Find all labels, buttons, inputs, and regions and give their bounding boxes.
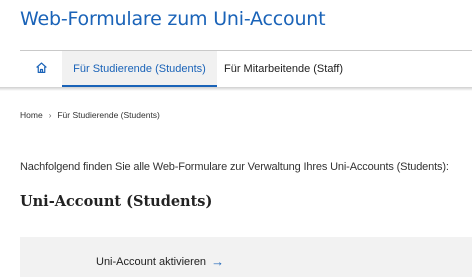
activate-account-label: Uni-Account aktivieren bbox=[96, 255, 207, 268]
arrow-right-icon: → bbox=[211, 254, 225, 269]
intro-text: Nachfolgend finden Sie alle Web-Formular… bbox=[20, 161, 449, 173]
section-heading: Uni-Account (Students) bbox=[20, 193, 213, 210]
nav-home-link[interactable] bbox=[20, 51, 62, 87]
tab-staff-label: Für Mitarbeitende (Staff) bbox=[224, 63, 344, 75]
main-navigation: Für Studierende (Students) Für Mitarbeit… bbox=[20, 51, 472, 87]
breadcrumb-separator: › bbox=[48, 110, 52, 120]
link-card: Uni-Account aktivieren → bbox=[20, 237, 472, 277]
home-icon bbox=[35, 61, 48, 77]
site-title[interactable]: Web-Formulare zum Uni-Account bbox=[20, 8, 326, 30]
breadcrumb-current: Für Studierende (Students) bbox=[57, 110, 160, 120]
tab-students-label: Für Studierende (Students) bbox=[73, 63, 206, 75]
activate-account-link[interactable]: Uni-Account aktivieren → bbox=[96, 255, 224, 268]
breadcrumb-home-link[interactable]: Home bbox=[20, 110, 43, 120]
nav-shadow bbox=[0, 87, 472, 91]
tab-staff[interactable]: Für Mitarbeitende (Staff) bbox=[224, 51, 343, 87]
tab-students[interactable]: Für Studierende (Students) bbox=[62, 51, 217, 87]
breadcrumb: Home › Für Studierende (Students) bbox=[20, 110, 160, 120]
